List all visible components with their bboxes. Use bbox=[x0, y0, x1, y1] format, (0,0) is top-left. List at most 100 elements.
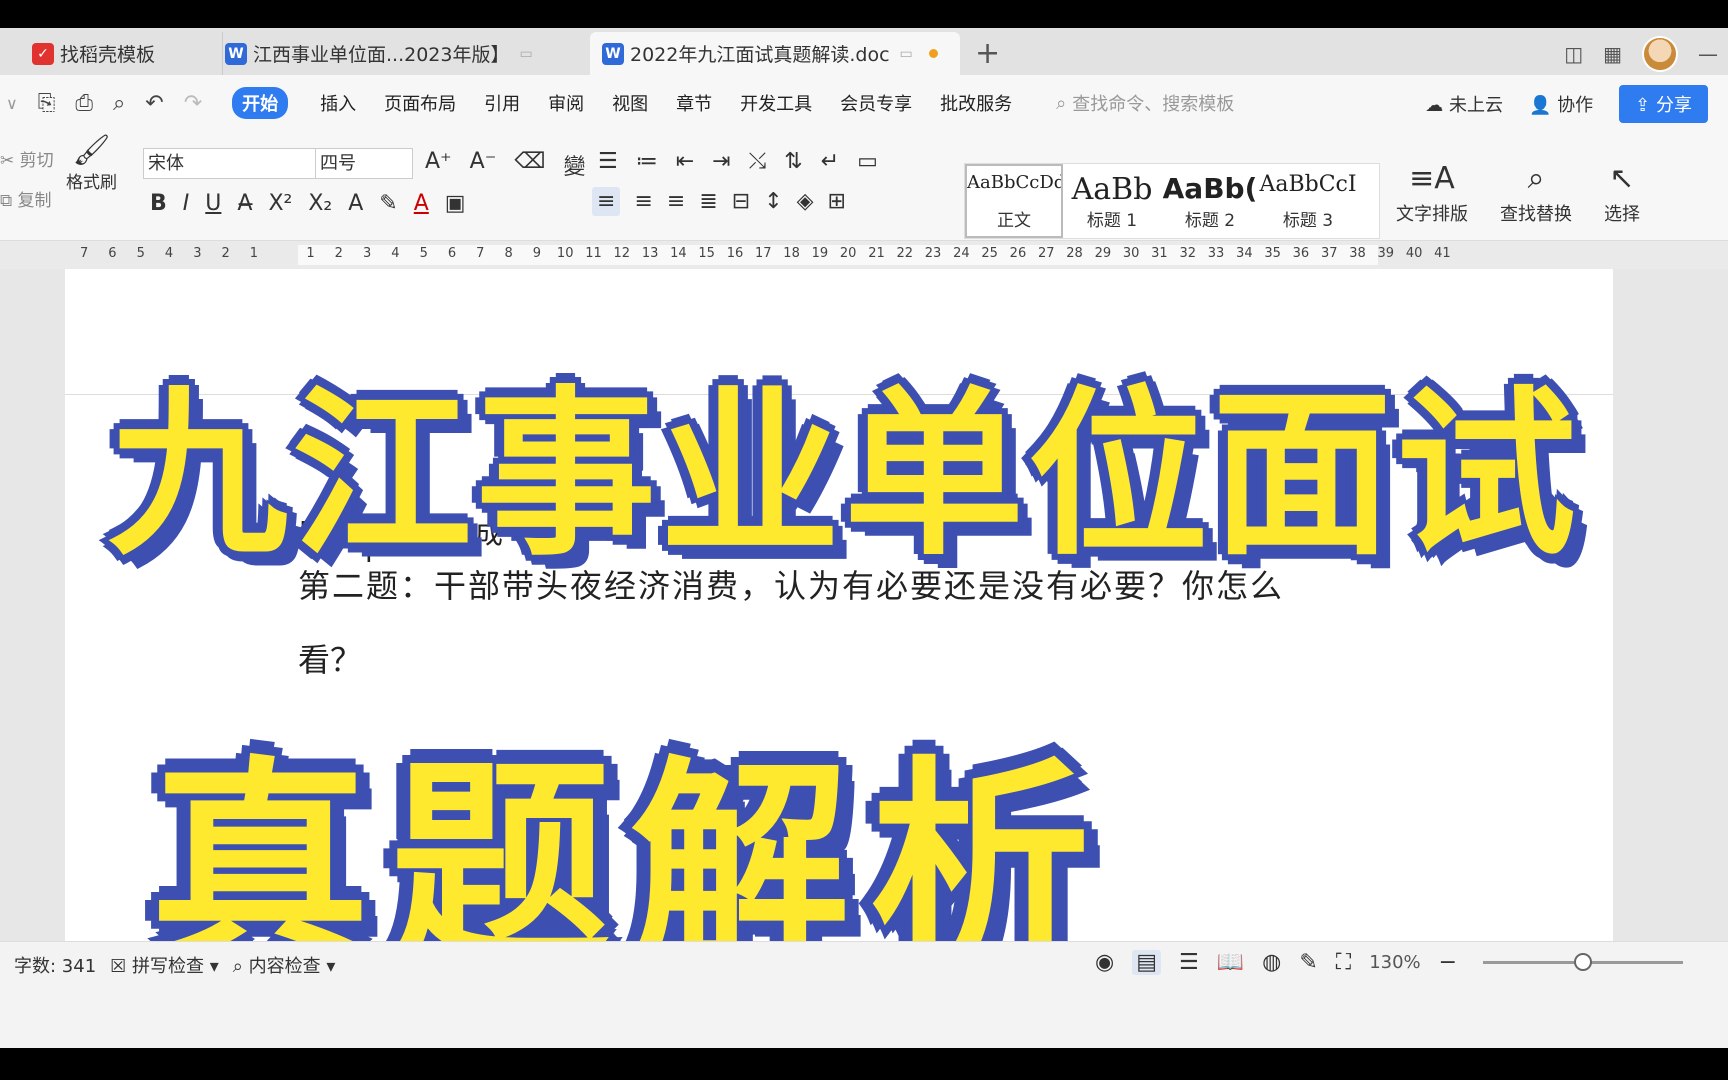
word-count[interactable]: 字数: 341 bbox=[14, 952, 96, 978]
menu-section[interactable]: 章节 bbox=[662, 90, 726, 116]
borders-icon[interactable]: ⊞ bbox=[828, 189, 846, 214]
justify-icon[interactable]: ≣ bbox=[699, 189, 717, 214]
italic-icon[interactable]: I bbox=[183, 191, 190, 216]
align-center-icon[interactable]: ≡ bbox=[634, 189, 652, 214]
page-view-icon[interactable]: ▤ bbox=[1132, 950, 1161, 975]
wps-writer-icon: W bbox=[602, 42, 624, 65]
ruler-number: 13 bbox=[641, 246, 659, 261]
format-brush-button[interactable]: 🖌 格式刷 bbox=[66, 133, 117, 193]
copy-label: 复制 bbox=[17, 191, 52, 211]
char-border-icon[interactable]: ▣ bbox=[445, 191, 466, 216]
sort-icon[interactable]: ⇅ bbox=[784, 149, 802, 174]
menu-view[interactable]: 视图 bbox=[598, 90, 662, 116]
distributed-icon[interactable]: ⊟ bbox=[732, 189, 750, 214]
line-spacing-icon[interactable]: ↕ bbox=[764, 189, 782, 214]
text-effect-icon[interactable]: A bbox=[348, 191, 363, 216]
menu-correction[interactable]: 批改服务 bbox=[926, 90, 1026, 116]
pinyin-icon[interactable]: 變 bbox=[563, 149, 585, 181]
decrease-indent-icon[interactable]: ⇤ bbox=[676, 149, 694, 174]
web-view-icon[interactable]: ◍ bbox=[1262, 950, 1281, 975]
tab-docer[interactable]: ✓ 找稻壳模板 bbox=[30, 32, 202, 75]
apps-grid-icon[interactable]: ▦ bbox=[1603, 42, 1622, 66]
select-button[interactable]: ↖ 选择 bbox=[1604, 161, 1640, 226]
zoom-out-icon[interactable]: − bbox=[1439, 950, 1457, 975]
write-view-icon[interactable]: ✎ bbox=[1299, 950, 1317, 975]
subscript-icon[interactable]: X₂ bbox=[308, 191, 332, 216]
share-button[interactable]: ⇪ 分享 bbox=[1619, 85, 1708, 123]
right-menu: ☁ 未上云 👤 协作 ⇪ 分享 bbox=[1425, 85, 1708, 123]
line-break-icon[interactable]: ↵ bbox=[821, 149, 839, 174]
shrink-font-icon[interactable]: A⁻ bbox=[470, 149, 497, 181]
minimize-icon[interactable]: — bbox=[1698, 42, 1718, 66]
table-icon[interactable]: ▭ bbox=[857, 149, 878, 174]
strikethrough-icon[interactable]: A̶ bbox=[237, 191, 252, 216]
underline-icon[interactable]: U bbox=[205, 191, 221, 216]
text-layout-button[interactable]: ≡A 文字排版 bbox=[1396, 161, 1468, 226]
tab-jiujiang-doc[interactable]: W 2022年九江面试真题解读.doc ▭ bbox=[590, 32, 960, 75]
text-direction-icon[interactable]: ⤯ bbox=[749, 149, 767, 174]
copy-button[interactable]: ⧉ 复制 bbox=[0, 181, 54, 221]
layout-icon[interactable]: ◫ bbox=[1564, 42, 1583, 66]
numbered-list-icon[interactable]: ≔ bbox=[636, 149, 658, 174]
cut-button[interactable]: ✂ 剪切 bbox=[0, 141, 54, 181]
cloud-label: 未上云 bbox=[1449, 95, 1504, 116]
style-heading-1[interactable]: AaBb 标题 1 bbox=[1063, 164, 1161, 238]
tab-jiangxi-doc[interactable]: W 江西事业单位面...2023年版】 ▭ bbox=[222, 32, 582, 75]
bold-icon[interactable]: B bbox=[150, 191, 167, 216]
outline-view-icon[interactable]: ☰ bbox=[1179, 950, 1199, 975]
menu-page-layout[interactable]: 页面布局 bbox=[370, 90, 470, 116]
command-search[interactable]: ⌕ 查找命令、搜索模板 bbox=[1056, 90, 1234, 116]
ruler-number: 18 bbox=[783, 246, 800, 261]
font-color-icon[interactable]: A bbox=[414, 191, 429, 216]
ruler-number: 32 bbox=[1179, 246, 1196, 261]
align-right-icon[interactable]: ≡ bbox=[667, 189, 685, 214]
menu-home[interactable]: 开始 bbox=[232, 87, 289, 119]
print-icon[interactable]: ⎙ bbox=[75, 91, 93, 116]
tab-label: 2022年九江面试真题解读.doc bbox=[630, 44, 890, 66]
cloud-status[interactable]: ☁ 未上云 bbox=[1425, 91, 1503, 117]
chevron-down-icon[interactable]: ∨ bbox=[6, 94, 18, 113]
ruler-number: 5 bbox=[136, 246, 145, 261]
redo-icon[interactable]: ↷ bbox=[184, 91, 202, 116]
zoom-slider[interactable] bbox=[1483, 953, 1684, 971]
zoom-slider-knob[interactable] bbox=[1574, 953, 1593, 971]
fit-window-icon[interactable]: ⛶ bbox=[1336, 950, 1351, 975]
grow-font-icon[interactable]: A⁺ bbox=[425, 149, 452, 181]
eye-protection-icon[interactable]: ◉ bbox=[1095, 950, 1114, 975]
horizontal-ruler[interactable]: 7 6 5 4 3 2 1 1 2 3 4 5 6 7 8 9 10 11 12 13 14 15 16 17 18 19 20 21… bbox=[0, 241, 1728, 269]
menu-member[interactable]: 会员专享 bbox=[826, 90, 926, 116]
cursor-icon: ↖ bbox=[1609, 161, 1635, 196]
zoom-level[interactable]: 130% bbox=[1369, 952, 1420, 973]
reading-view-icon[interactable]: 📖 bbox=[1217, 950, 1244, 975]
menu-review[interactable]: 审阅 bbox=[534, 90, 598, 116]
ruler-number: 20 bbox=[839, 246, 857, 261]
find-replace-button[interactable]: ⌕ 查找替换 bbox=[1500, 161, 1572, 226]
shading-icon[interactable]: ◈ bbox=[797, 189, 814, 214]
print-preview-icon[interactable]: ⌕ bbox=[113, 91, 125, 116]
style-preview: AaBb bbox=[1071, 171, 1153, 206]
font-name-select[interactable]: 宋体 bbox=[143, 148, 317, 179]
increase-indent-icon[interactable]: ⇥ bbox=[712, 149, 730, 174]
bullet-list-icon[interactable]: ☰ bbox=[598, 149, 618, 174]
menu-developer[interactable]: 开发工具 bbox=[726, 90, 826, 116]
style-heading-2[interactable]: AaBb( 标题 2 bbox=[1161, 164, 1259, 238]
avatar[interactable] bbox=[1642, 36, 1678, 72]
align-left-icon[interactable]: ≡ bbox=[592, 187, 621, 216]
content-check-button[interactable]: ⌕ 内容检查 ▾ bbox=[233, 952, 336, 978]
superscript-icon[interactable]: X² bbox=[268, 191, 292, 216]
new-tab-button[interactable]: + bbox=[975, 36, 1000, 71]
style-normal[interactable]: AaBbCcDd 正文 bbox=[965, 164, 1063, 238]
collab-button[interactable]: 👤 协作 bbox=[1529, 91, 1593, 117]
menu-references[interactable]: 引用 bbox=[470, 90, 534, 116]
save-icon[interactable]: ⎘ bbox=[38, 91, 56, 116]
clear-format-icon[interactable]: ⌫ bbox=[514, 149, 545, 181]
text-layout-icon: ≡A bbox=[1409, 161, 1455, 196]
font-size-select[interactable]: 四号 bbox=[315, 148, 413, 179]
menu-insert[interactable]: 插入 bbox=[306, 90, 370, 116]
ruler-number: 1 bbox=[249, 246, 259, 261]
undo-icon[interactable]: ↶ bbox=[145, 91, 163, 116]
spell-check-button[interactable]: ☒ 拼写检查 ▾ bbox=[110, 952, 219, 978]
style-heading-3[interactable]: AaBbCcI 标题 3 bbox=[1259, 164, 1357, 238]
highlight-icon[interactable]: ✎ bbox=[379, 191, 397, 216]
ruler-number: 10 bbox=[556, 246, 574, 261]
